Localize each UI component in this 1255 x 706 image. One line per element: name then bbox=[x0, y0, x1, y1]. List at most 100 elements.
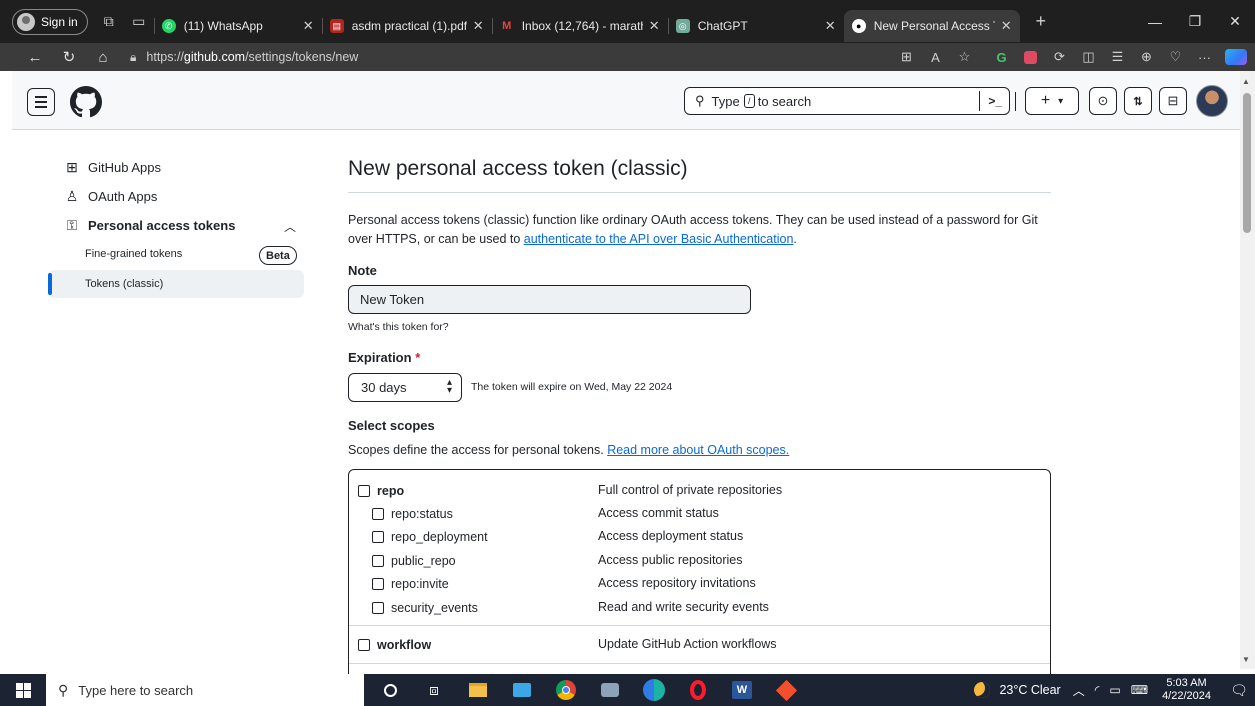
scope-security-events[interactable]: security_events bbox=[372, 601, 478, 615]
scope-checkbox[interactable] bbox=[372, 602, 384, 614]
address-bar[interactable]: 🔒︎ https://github.com/settings/tokens/ne… bbox=[130, 50, 750, 65]
pocket-icon[interactable] bbox=[1016, 43, 1045, 71]
task-view-icon[interactable]: ⧈ bbox=[412, 674, 456, 706]
favorite-star-icon[interactable]: ☆ bbox=[950, 43, 979, 71]
select-arrows-icon: ▴ ▾ bbox=[446, 377, 452, 396]
chevron-up-icon[interactable]: ︿ bbox=[1073, 682, 1085, 699]
extensions-icon[interactable]: ⟳ bbox=[1045, 43, 1074, 71]
scope-public-repo[interactable]: public_repo bbox=[372, 554, 456, 568]
tab-chatgpt[interactable]: ◎ ChatGPT ✕ bbox=[667, 10, 844, 42]
sidebar-subitem-fine-grained[interactable]: Fine-grained tokens bbox=[85, 248, 182, 260]
cortana-icon[interactable] bbox=[368, 674, 412, 706]
control-panel-icon[interactable] bbox=[500, 674, 544, 706]
sidebar-item-github-apps[interactable]: ⊞ GitHub Apps bbox=[64, 159, 161, 176]
browser-essentials-icon[interactable]: ♡ bbox=[1161, 43, 1190, 71]
basic-auth-link[interactable]: authenticate to the API over Basic Authe… bbox=[524, 232, 794, 246]
oauth-scopes-link[interactable]: Read more about OAuth scopes. bbox=[607, 443, 789, 457]
favorites-icon[interactable]: ☰ bbox=[1103, 43, 1132, 71]
windows-start-icon[interactable] bbox=[0, 674, 46, 706]
note-input[interactable]: New Token bbox=[348, 285, 751, 314]
word-icon[interactable]: W bbox=[720, 674, 764, 706]
taskbar-search-input[interactable]: ⚲ Type here to search bbox=[46, 674, 364, 706]
app-available-icon[interactable]: ⊞ bbox=[892, 43, 921, 71]
new-tab-icon[interactable]: + bbox=[1026, 7, 1056, 37]
workspaces-icon[interactable]: ⧉ bbox=[94, 7, 124, 37]
scope-workflow[interactable]: workflow bbox=[358, 638, 431, 652]
close-tab-icon[interactable]: ✕ bbox=[473, 18, 484, 34]
command-palette-icon[interactable]: >_ bbox=[979, 91, 1002, 111]
browser-signin-button[interactable]: Sign in bbox=[12, 8, 88, 35]
sidebar-item-oauth-apps[interactable]: ♙ OAuth Apps bbox=[64, 188, 158, 205]
grammarly-icon[interactable]: G bbox=[987, 43, 1016, 71]
tab-whatsapp[interactable]: ✆ (11) WhatsApp ✕ bbox=[153, 10, 322, 42]
file-explorer-icon[interactable] bbox=[456, 674, 500, 706]
scrollbar-thumb[interactable] bbox=[1243, 93, 1251, 233]
home-icon[interactable]: ⌂ bbox=[86, 43, 120, 71]
tab-pdf[interactable]: ▤ asdm practical (1).pdf ✕ bbox=[321, 10, 492, 42]
git-icon[interactable] bbox=[764, 674, 808, 706]
header-divider bbox=[1015, 92, 1016, 111]
more-menu-icon[interactable]: ··· bbox=[1190, 43, 1219, 71]
chrome-icon[interactable] bbox=[544, 674, 588, 706]
chatgpt-icon: ◎ bbox=[675, 19, 690, 33]
back-icon[interactable]: ← bbox=[18, 43, 52, 71]
issue-circle-icon: ⊙ bbox=[1097, 93, 1109, 108]
tab-gmail[interactable]: M Inbox (12,764) - marathe ✕ bbox=[491, 10, 668, 42]
edge-icon[interactable] bbox=[632, 674, 676, 706]
inbox-button[interactable]: ⊟ bbox=[1159, 87, 1187, 115]
scope-repo-deployment[interactable]: repo_deployment bbox=[372, 530, 488, 544]
user-avatar[interactable] bbox=[1196, 85, 1228, 117]
scope-checkbox[interactable] bbox=[358, 639, 370, 651]
search-rest-text: to search bbox=[757, 93, 812, 109]
title-divider bbox=[348, 192, 1051, 193]
scopes-label: Select scopes bbox=[348, 418, 435, 433]
tab-actions-icon[interactable]: ▭ bbox=[124, 7, 154, 37]
close-tab-icon[interactable]: ✕ bbox=[825, 18, 836, 34]
url-scheme: https:// bbox=[146, 50, 184, 64]
close-window-icon[interactable]: ✕ bbox=[1215, 0, 1255, 43]
sidebar-subitem-tokens-classic[interactable]: Tokens (classic) bbox=[85, 278, 163, 290]
taskbar-clock[interactable]: 5:03 AM 4/22/2024 bbox=[1162, 677, 1211, 703]
scope-repo-status[interactable]: repo:status bbox=[372, 507, 453, 521]
weather-text[interactable]: 23°C Clear bbox=[999, 683, 1060, 697]
battery-icon[interactable]: ▭ bbox=[1109, 683, 1120, 697]
scope-checkbox[interactable] bbox=[372, 531, 384, 543]
scope-repo-invite[interactable]: repo:invite bbox=[372, 577, 449, 591]
url-path: /settings/tokens/new bbox=[245, 50, 359, 64]
sidebar-item-personal-access-tokens[interactable]: ⚿ Personal access tokens bbox=[64, 217, 236, 234]
close-tab-icon[interactable]: ✕ bbox=[1001, 18, 1012, 34]
pull-requests-button[interactable]: ⇅ bbox=[1124, 87, 1152, 115]
github-logo-icon[interactable] bbox=[70, 86, 102, 118]
split-screen-icon[interactable]: ◫ bbox=[1074, 43, 1103, 71]
search-input[interactable]: ⚲ Type / to search >_ bbox=[684, 87, 1010, 115]
keyboard-icon[interactable]: ⌨ bbox=[1131, 683, 1148, 697]
scope-repo[interactable]: repo bbox=[358, 484, 404, 498]
page-scrollbar[interactable]: ▲ ▼ bbox=[1240, 71, 1255, 669]
scope-checkbox[interactable] bbox=[372, 555, 384, 567]
menu-hamburger-icon[interactable] bbox=[27, 88, 55, 116]
create-new-button[interactable]: + ▾ bbox=[1025, 87, 1079, 115]
scope-checkbox[interactable] bbox=[372, 508, 384, 520]
read-aloud-icon[interactable]: A bbox=[921, 43, 950, 71]
opera-icon[interactable] bbox=[676, 674, 720, 706]
restore-icon[interactable]: ❐ bbox=[1175, 0, 1215, 43]
refresh-icon[interactable]: ↻ bbox=[52, 43, 86, 71]
expiration-select[interactable]: 30 days ▴ ▾ bbox=[348, 373, 462, 402]
camera-icon[interactable] bbox=[588, 674, 632, 706]
scope-checkbox[interactable] bbox=[372, 578, 384, 590]
lock-icon: 🔒︎ bbox=[130, 49, 137, 64]
minimize-icon[interactable]: — bbox=[1135, 0, 1175, 43]
copilot-icon[interactable] bbox=[1225, 49, 1247, 65]
scroll-up-icon[interactable]: ▲ bbox=[1242, 77, 1250, 86]
chevron-up-icon[interactable]: ︿ bbox=[284, 218, 296, 235]
close-tab-icon[interactable]: ✕ bbox=[649, 18, 660, 34]
scroll-down-icon[interactable]: ▼ bbox=[1242, 655, 1250, 664]
issues-button[interactable]: ⊙ bbox=[1089, 87, 1117, 115]
scope-checkbox[interactable] bbox=[358, 485, 370, 497]
collections-icon[interactable]: ⊕ bbox=[1132, 43, 1161, 71]
pull-request-icon: ⇅ bbox=[1133, 95, 1143, 108]
notifications-icon[interactable]: 🗨︎ bbox=[1223, 674, 1255, 706]
tab-github-active[interactable]: ● New Personal Access To ✕ bbox=[843, 10, 1020, 42]
wifi-icon[interactable]: ◜ bbox=[1095, 683, 1100, 697]
close-tab-icon[interactable]: ✕ bbox=[303, 18, 314, 34]
